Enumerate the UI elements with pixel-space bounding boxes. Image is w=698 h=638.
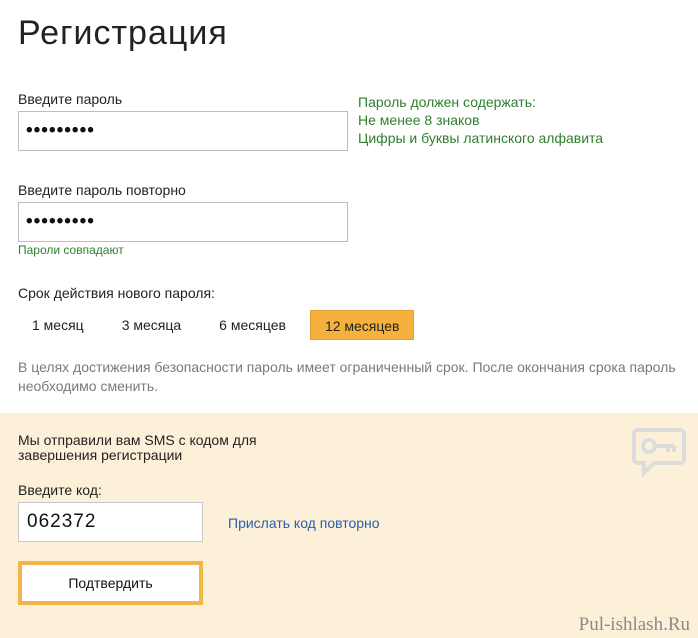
- validity-note: В целях достижения безопасности пароль и…: [18, 359, 676, 394]
- password-repeat-label: Введите пароль повторно: [18, 182, 186, 198]
- code-label: Введите код:: [18, 482, 102, 498]
- sms-code-value: 062372: [27, 511, 97, 532]
- confirm-button-label: Подтвердить: [68, 575, 153, 591]
- resend-code-link[interactable]: Прислать код повторно: [228, 515, 380, 531]
- sms-panel: Мы отправили вам SMS с кодом для заверше…: [0, 413, 698, 638]
- validity-options: 1 месяц 3 месяца 6 месяцев 12 месяцев: [18, 310, 424, 340]
- sms-code-field[interactable]: 062372: [18, 502, 203, 542]
- password-label: Введите пароль: [18, 91, 123, 107]
- period-option-12-months[interactable]: 12 месяцев: [309, 310, 415, 340]
- password-field[interactable]: •••••••••: [18, 111, 348, 151]
- password-match-status: Пароли совпадают: [18, 243, 124, 257]
- password-value: •••••••••: [26, 120, 95, 141]
- requirement-item: Цифры и буквы латинского алфавита: [358, 130, 604, 146]
- password-repeat-value: •••••••••: [26, 211, 95, 232]
- sms-message-line: завершения регистрации: [18, 447, 183, 463]
- sms-message-line: Мы отправили вам SMS с кодом для: [18, 432, 257, 448]
- password-requirements: Пароль должен содержать: Не менее 8 знак…: [358, 93, 603, 147]
- watermark: Pul-ishlash.Ru: [578, 614, 690, 635]
- period-option-3-months[interactable]: 3 месяца: [108, 310, 195, 340]
- period-option-6-months[interactable]: 6 месяцев: [205, 310, 300, 340]
- page-title: Регистрация: [18, 14, 228, 52]
- key-message-icon: [632, 428, 686, 477]
- sms-message: Мы отправили вам SMS с кодом для заверше…: [18, 433, 257, 463]
- requirement-item: Не менее 8 знаков: [358, 112, 480, 128]
- confirm-button[interactable]: Подтвердить: [18, 561, 203, 605]
- password-repeat-field[interactable]: •••••••••: [18, 202, 348, 242]
- validity-label: Срок действия нового пароля:: [18, 285, 215, 301]
- requirements-title: Пароль должен содержать:: [358, 94, 536, 110]
- period-option-1-month[interactable]: 1 месяц: [18, 310, 98, 340]
